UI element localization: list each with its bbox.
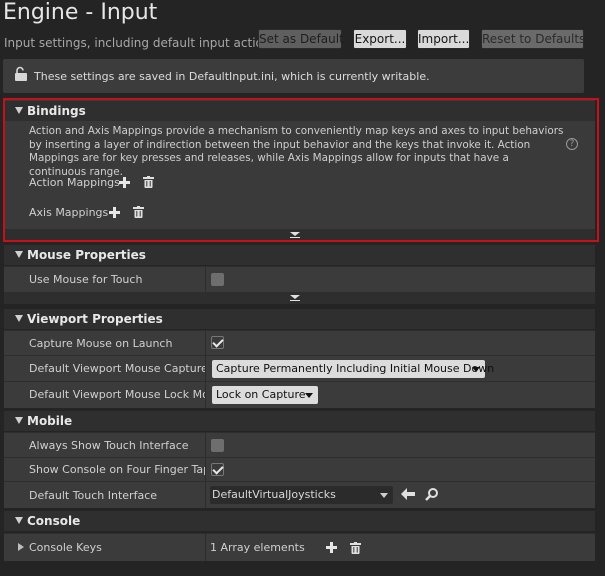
show-console-row: Show Console on Four Finger Tap: [4, 457, 595, 481]
collapse-triangle-icon: [15, 251, 23, 258]
column-divider: [205, 267, 206, 292]
category-console[interactable]: Console: [4, 511, 595, 531]
use-mouse-for-touch-checkbox[interactable]: [211, 273, 224, 286]
collapse-triangle-icon: [15, 517, 23, 524]
mouse-advanced-expander[interactable]: [4, 292, 595, 304]
category-mobile[interactable]: Mobile: [4, 411, 595, 431]
property-label: Capture Mouse on Launch: [29, 337, 173, 350]
category-label: Console: [27, 514, 81, 528]
notice-text: These settings are saved in DefaultInput…: [34, 70, 430, 83]
expand-arrow-line: [290, 300, 300, 301]
browse-magnifier-icon[interactable]: [425, 487, 439, 501]
show-console-checkbox[interactable]: [211, 463, 224, 476]
property-label: Console Keys: [29, 541, 102, 554]
capture-mode-dropdown[interactable]: Capture Permanently Including Initial Mo…: [212, 360, 494, 378]
column-divider: [205, 331, 206, 355]
page-title: Engine - Input: [3, 0, 158, 25]
asset-picker-value: DefaultVirtualJoysticks: [212, 488, 336, 501]
property-label: Default Viewport Mouse Lock Mode: [29, 388, 205, 401]
add-axis-mapping-plus-icon[interactable]: [109, 207, 120, 218]
dropdown-value: Capture Permanently Including Initial Mo…: [216, 362, 495, 375]
dropdown-arrow-icon: [472, 367, 480, 372]
dropdown-arrow-icon: [305, 393, 313, 398]
column-divider: [205, 433, 206, 457]
category-viewport-properties[interactable]: Viewport Properties: [4, 309, 595, 329]
add-array-element-plus-icon[interactable]: [326, 542, 337, 553]
use-mouse-for-touch-row: Use Mouse for Touch: [4, 266, 595, 292]
column-divider: [205, 382, 206, 408]
expand-row-triangle-icon[interactable]: [18, 543, 24, 551]
bindings-advanced-expander[interactable]: [4, 229, 595, 241]
property-label: Show Console on Four Finger Tap: [29, 463, 205, 476]
column-divider: [205, 356, 206, 381]
export-button[interactable]: Export...: [353, 29, 407, 49]
empty-array-trash-icon[interactable]: [350, 542, 361, 554]
collapse-triangle-icon: [15, 315, 23, 322]
category-label: Mouse Properties: [27, 248, 146, 262]
expand-arrow-line: [290, 237, 300, 238]
expand-arrow-icon: [290, 295, 300, 299]
console-keys-row: Console Keys 1 Array elements: [4, 533, 595, 561]
dropdown-value: Lock on Capture: [216, 388, 306, 401]
axis-mappings-label: Axis Mappings: [29, 206, 109, 219]
set-as-default-button[interactable]: Set as Default: [258, 29, 344, 49]
property-label: Use Mouse for Touch: [29, 273, 143, 286]
delete-action-mapping-trash-icon[interactable]: [143, 176, 154, 188]
help-icon[interactable]: ?: [566, 138, 578, 150]
category-label: Mobile: [27, 414, 73, 428]
delete-axis-mapping-trash-icon[interactable]: [133, 206, 144, 218]
collapse-triangle-icon: [15, 107, 23, 114]
capture-mode-row: Default Viewport Mouse Capture M Capture…: [4, 355, 595, 381]
lock-mode-dropdown[interactable]: Lock on Capture: [212, 386, 318, 404]
bindings-description: Action and Axis Mappings provide a mecha…: [29, 125, 564, 178]
unlock-icon: [15, 66, 27, 81]
always-show-touch-row: Always Show Touch Interface: [4, 432, 595, 457]
reset-to-defaults-button[interactable]: Reset to Defaults: [481, 29, 585, 49]
lock-mode-row: Default Viewport Mouse Lock Mode Lock on…: [4, 381, 595, 408]
category-label: Viewport Properties: [27, 312, 163, 326]
action-mappings-label: Action Mappings: [29, 176, 120, 189]
expand-arrow-icon: [290, 232, 300, 236]
property-label: Default Touch Interface: [29, 489, 158, 502]
collapse-triangle-icon: [15, 417, 23, 424]
page-subtitle: Input settings, including default input …: [4, 36, 271, 50]
property-label: Default Viewport Mouse Capture M: [29, 362, 205, 375]
touch-interface-asset-picker[interactable]: DefaultVirtualJoysticks: [210, 486, 393, 504]
property-label: Always Show Touch Interface: [29, 439, 189, 452]
column-divider: [205, 458, 206, 481]
dropdown-arrow-icon: [380, 493, 388, 498]
import-button[interactable]: Import...: [417, 29, 470, 49]
capture-mouse-checkbox[interactable]: [211, 336, 224, 349]
column-divider: [205, 534, 206, 561]
column-divider: [205, 482, 206, 508]
always-show-touch-checkbox[interactable]: [211, 439, 224, 452]
category-mouse-properties[interactable]: Mouse Properties: [4, 245, 595, 265]
category-label: Bindings: [27, 104, 86, 118]
touch-interface-row: Default Touch Interface DefaultVirtualJo…: [4, 481, 595, 508]
capture-mouse-row: Capture Mouse on Launch: [4, 330, 595, 355]
category-bindings[interactable]: Bindings: [4, 101, 595, 121]
use-selected-arrow-icon[interactable]: [401, 488, 415, 500]
array-count-text: 1 Array elements: [210, 541, 305, 554]
add-action-mapping-plus-icon[interactable]: [119, 177, 130, 188]
